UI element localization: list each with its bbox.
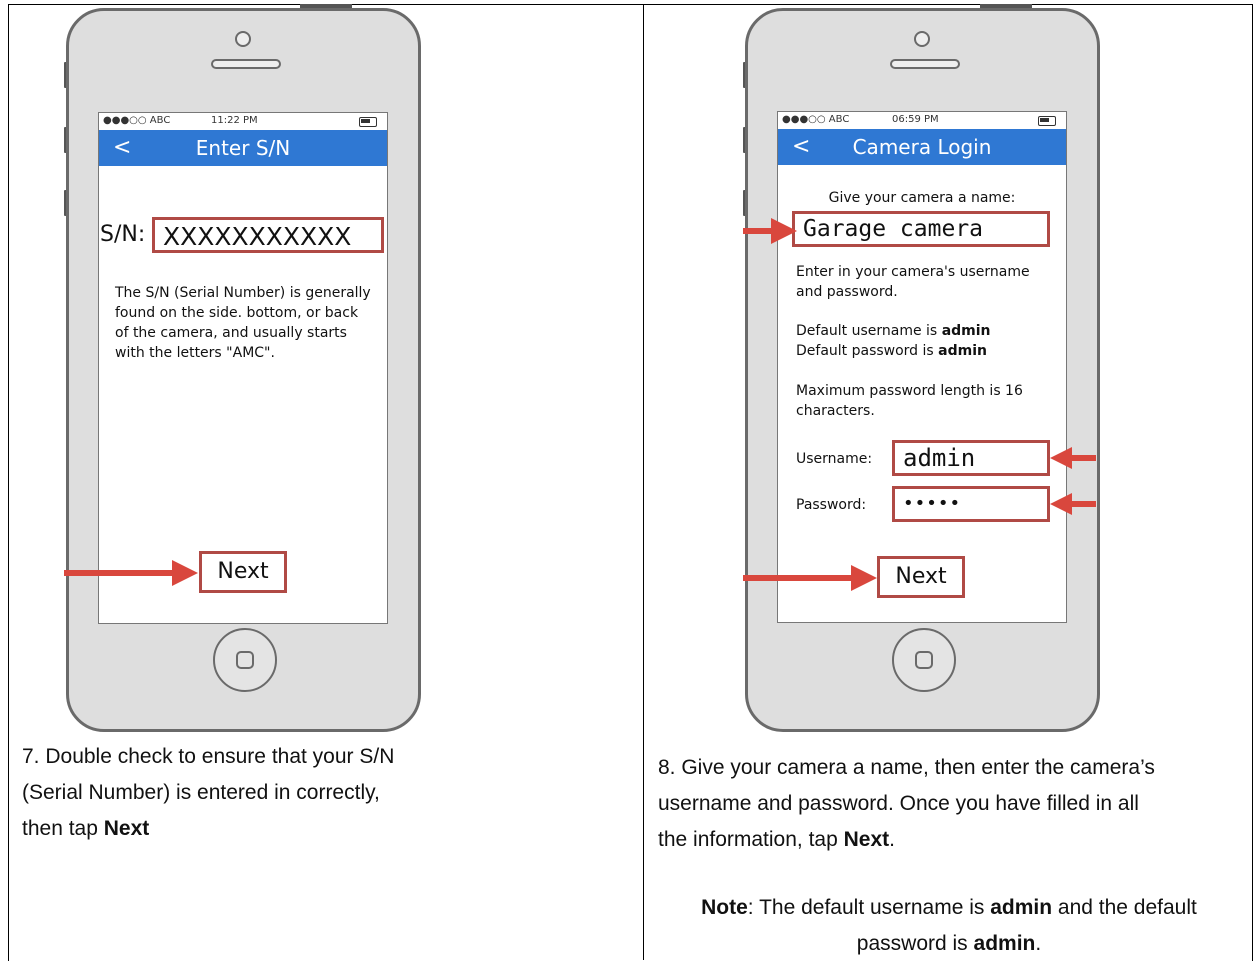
carrier-label: ●●●○○ ABC [782, 114, 850, 125]
next-label: Next [217, 559, 269, 584]
caption-line: (Serial Number) is entered in correctly, [22, 781, 380, 804]
next-button[interactable]: Next [199, 551, 287, 593]
page-title: Enter S/N [195, 136, 291, 160]
nav-bar: < Camera Login [778, 129, 1066, 165]
next-label: Next [895, 564, 947, 589]
sn-label: S/N: [100, 222, 146, 247]
screen-enter-sn: ●●●○○ ABC 11:22 PM < Enter S/N The S/N (… [98, 112, 388, 624]
note-text: Note: The default username is admin and … [644, 890, 1254, 962]
default-credentials: Default username is admin Default passwo… [796, 321, 1056, 361]
username-value: admin [903, 444, 976, 472]
camera-dot [235, 31, 251, 47]
pointer-arrow-icon [1050, 445, 1096, 471]
caption-line: the information, tap Next. [658, 828, 895, 851]
caption-line: 7. Double check to ensure that your S/N [22, 745, 395, 768]
screen-camera-login: ●●●○○ ABC 06:59 PM < Camera Login Give y… [777, 111, 1067, 623]
password-value: ••••• [903, 493, 962, 514]
default-username-line: Default username is admin [796, 323, 991, 339]
sn-input-value: XXXXXXXXXXX [163, 222, 352, 251]
battery-icon [1038, 116, 1056, 126]
speaker-bar [211, 59, 281, 69]
note-line: Note: The default username is admin and … [701, 896, 1197, 919]
caption-line: 8. Give your camera a name, then enter t… [658, 756, 1155, 779]
caption-line: then tap Next [22, 817, 150, 840]
sn-input[interactable]: XXXXXXXXXXX [152, 217, 384, 253]
home-square-icon [915, 651, 933, 669]
column-divider [643, 4, 644, 960]
caption-line: username and password. Once you have fil… [658, 792, 1139, 815]
status-bar: ●●●○○ ABC 06:59 PM [778, 112, 1066, 129]
pointer-arrow-icon [743, 563, 877, 593]
default-password-line: Default password is admin [796, 343, 987, 359]
next-button[interactable]: Next [877, 556, 965, 598]
password-label: Password: [796, 497, 867, 513]
home-button[interactable] [892, 628, 956, 692]
status-bar: ●●●○○ ABC 11:22 PM [99, 113, 387, 130]
step-8-caption: 8. Give your camera a name, then enter t… [658, 750, 1248, 858]
camera-name-input[interactable]: Garage camera [792, 211, 1050, 247]
enter-credentials-text: Enter in your camera's username and pass… [796, 264, 1030, 300]
status-time: 11:22 PM [211, 115, 258, 126]
sn-description: The S/N (Serial Number) is generally fou… [115, 285, 371, 361]
pointer-arrow-icon [1050, 491, 1096, 517]
pointer-arrow-icon [743, 217, 797, 245]
note-line: password is admin. [856, 932, 1042, 955]
nav-bar: < Enter S/N [99, 130, 387, 166]
home-square-icon [236, 651, 254, 669]
battery-icon [359, 117, 377, 127]
carrier-label: ●●●○○ ABC [103, 115, 171, 126]
password-input[interactable]: ••••• [892, 486, 1050, 522]
username-label: Username: [796, 451, 873, 467]
max-length-text: Maximum password length is 16 characters… [796, 383, 1023, 419]
name-prompt: Give your camera a name: [828, 190, 1016, 206]
status-time: 06:59 PM [892, 114, 939, 125]
camera-dot [914, 31, 930, 47]
speaker-bar [890, 59, 960, 69]
username-input[interactable]: admin [892, 440, 1050, 476]
page-title: Camera Login [852, 135, 992, 159]
pointer-arrow-icon [64, 558, 198, 588]
home-button[interactable] [213, 628, 277, 692]
step-7-caption: 7. Double check to ensure that your S/N … [22, 739, 622, 847]
camera-name-value: Garage camera [803, 216, 984, 242]
